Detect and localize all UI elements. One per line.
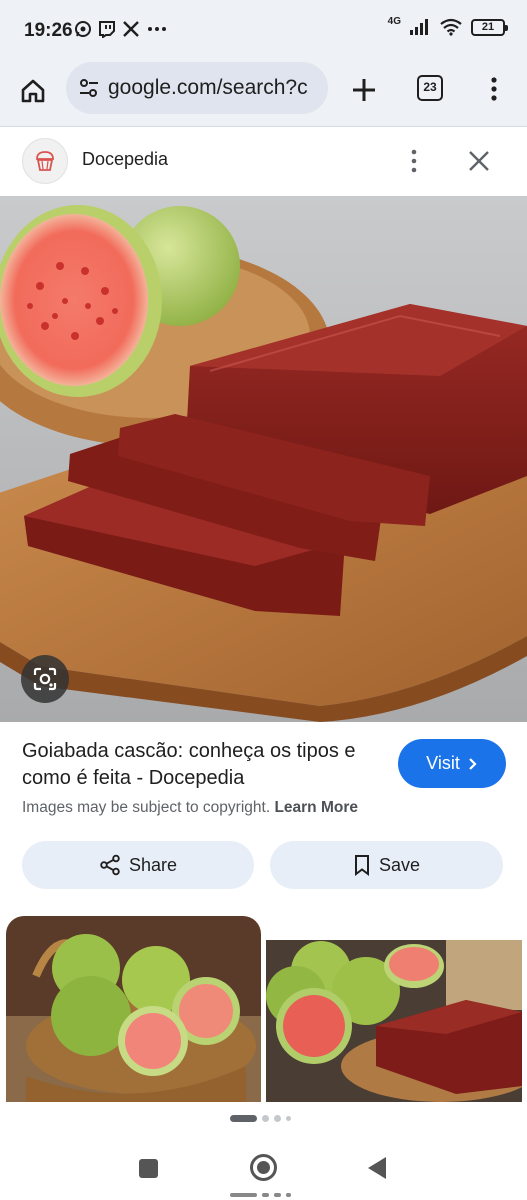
copyright-notice: Images may be subject to copyright. Lear… xyxy=(22,799,358,817)
address-bar[interactable]: google.com/search?c xyxy=(66,62,328,114)
share-label: Share xyxy=(128,854,178,875)
guava-and-paste-photo xyxy=(266,916,522,1102)
back-button[interactable] xyxy=(368,1157,386,1179)
bookmark-icon xyxy=(354,855,369,876)
browser-toolbar: google.com/search?c 23 xyxy=(0,62,527,126)
status-bar: 19:26 4G 21 xyxy=(0,0,527,62)
network-type: 4G xyxy=(387,15,401,27)
panel-more-icon[interactable] xyxy=(402,147,426,175)
more-dots-icon xyxy=(148,27,166,31)
overflow-menu-icon[interactable] xyxy=(482,75,506,103)
close-icon[interactable] xyxy=(465,147,493,175)
site-logo xyxy=(22,138,68,184)
learn-more-link[interactable]: Learn More xyxy=(274,799,358,816)
whatsapp-icon xyxy=(75,21,91,37)
lens-search-button[interactable] xyxy=(21,655,69,703)
save-button[interactable]: Save xyxy=(270,841,503,889)
signal-icon xyxy=(410,19,428,35)
visit-label: Visit xyxy=(426,753,460,773)
home-icon xyxy=(21,79,45,103)
pager-dot-active xyxy=(230,1115,257,1122)
guava-basket-photo xyxy=(6,916,261,1102)
visit-button[interactable]: Visit xyxy=(398,739,506,788)
site-settings-icon[interactable] xyxy=(78,77,100,99)
share-button[interactable]: Share xyxy=(22,841,254,889)
battery-indicator: 21 xyxy=(471,18,508,36)
hint-dot xyxy=(262,1193,269,1197)
tab-switcher-button[interactable]: 23 xyxy=(417,75,443,101)
main-result-image[interactable] xyxy=(0,196,527,722)
url-text[interactable]: google.com/search?c xyxy=(108,76,308,100)
related-image[interactable] xyxy=(6,916,261,1102)
cupcake-icon xyxy=(36,151,54,171)
system-status: 4G 21 xyxy=(387,15,508,36)
home-nav-button[interactable] xyxy=(250,1154,277,1181)
chevron-right-icon xyxy=(469,757,477,770)
wifi-icon xyxy=(440,18,462,36)
gesture-hint xyxy=(230,1193,291,1197)
share-icon xyxy=(100,854,120,876)
recents-button[interactable] xyxy=(139,1159,158,1178)
hint-bar xyxy=(230,1193,257,1197)
copyright-text: Images may be subject to copyright. xyxy=(22,799,271,816)
related-image[interactable] xyxy=(266,916,522,1102)
new-tab-button[interactable] xyxy=(348,74,380,106)
hint-dot xyxy=(286,1193,291,1197)
guava-paste-photo xyxy=(0,196,527,722)
image-panel-header: Docepedia xyxy=(0,127,527,196)
site-name[interactable]: Docepedia xyxy=(82,149,168,170)
hint-dot xyxy=(274,1193,281,1197)
lens-icon xyxy=(33,667,57,691)
save-label: Save xyxy=(378,854,421,875)
pager-dot xyxy=(274,1115,281,1122)
home-button[interactable] xyxy=(16,74,50,108)
system-nav-bar xyxy=(0,1130,527,1200)
x-icon xyxy=(123,21,139,37)
pager-dot xyxy=(286,1116,291,1121)
notification-icons xyxy=(74,20,168,38)
result-title[interactable]: Goiabada cascão: conheça os tipos e como… xyxy=(22,738,382,792)
status-time: 19:26 xyxy=(24,20,73,41)
carousel-pager xyxy=(230,1115,291,1122)
twitch-icon xyxy=(99,21,115,38)
pager-dot xyxy=(262,1115,269,1122)
